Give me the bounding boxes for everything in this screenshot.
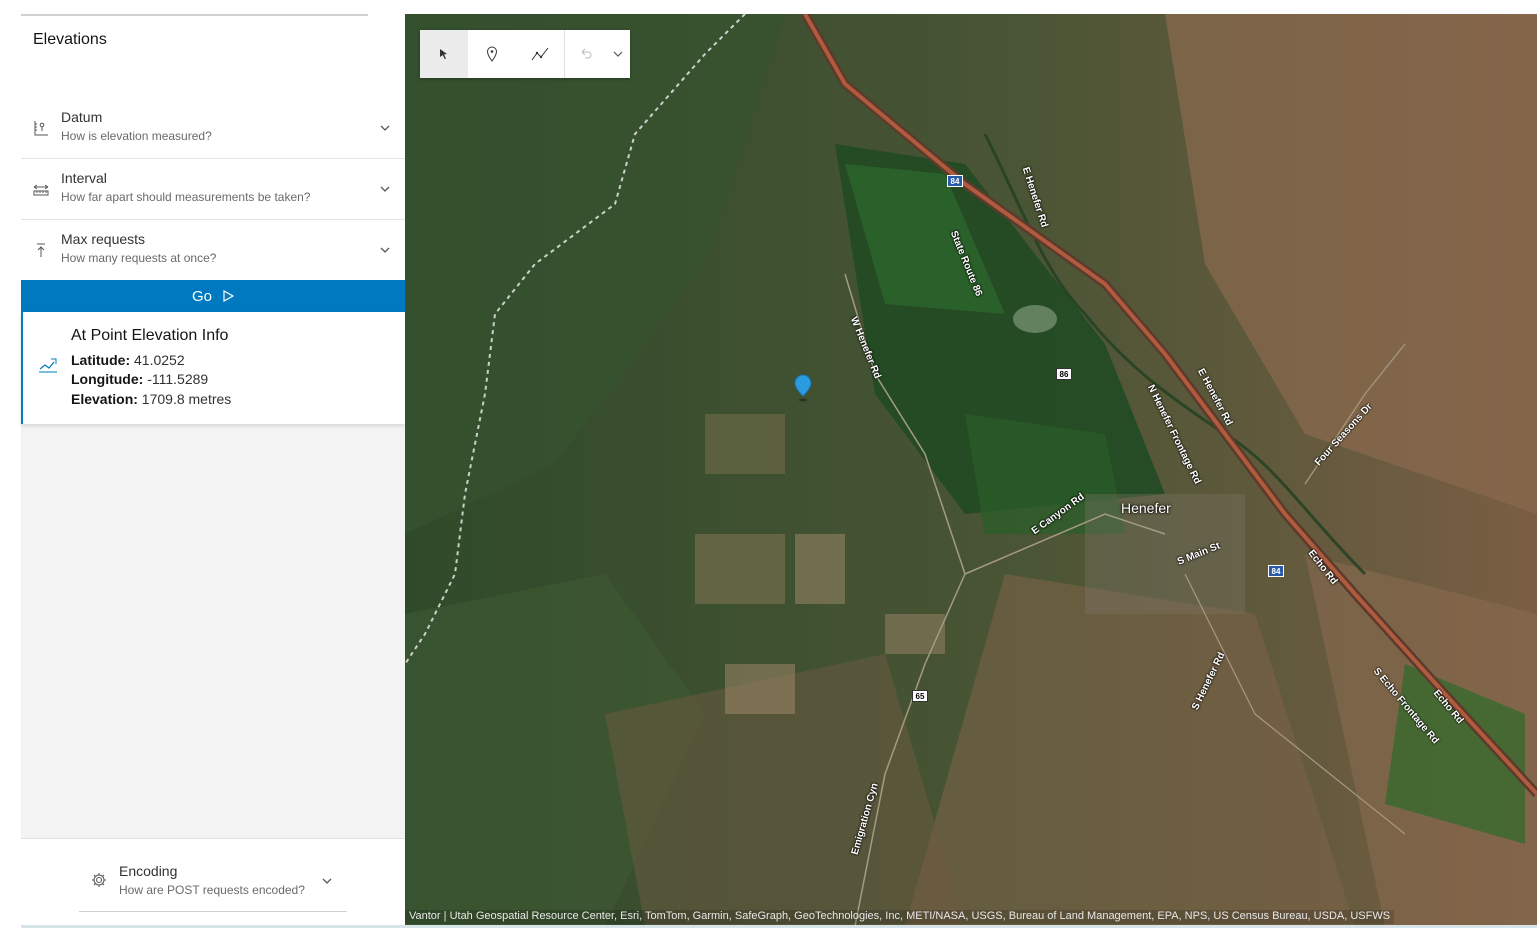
chevron-down-icon: [380, 247, 390, 253]
interstate-shield-84-b: 84: [1268, 565, 1284, 577]
longitude-value: -111.5289: [147, 371, 209, 387]
sidebar-footer: Encoding How are POST requests encoded?: [21, 838, 405, 926]
map-attribution: Vantor | Utah Geospatial Resource Center…: [405, 910, 1395, 924]
undo-tool[interactable]: [565, 30, 607, 78]
state-route-shield-65: 65: [912, 690, 928, 702]
go-button[interactable]: Go: [21, 280, 405, 312]
accordion-interval[interactable]: Interval How far apart should measuremen…: [21, 159, 405, 220]
datum-icon: [34, 121, 48, 136]
sketch-toolbar: [420, 30, 630, 78]
chevron-down-icon: [613, 51, 623, 57]
latitude-value: 41.0252: [134, 352, 185, 368]
max-requests-icon: [37, 243, 45, 257]
top-divider: [21, 14, 368, 16]
elevation-value: 1709.8 metres: [141, 391, 232, 407]
accordion-datum[interactable]: Datum How is elevation measured?: [21, 98, 405, 159]
sidebar-panel: Elevations Datum How is elevation measur…: [21, 14, 405, 926]
chevron-down-icon: [322, 878, 332, 884]
result-latitude: Latitude: 41.0252: [71, 352, 185, 368]
elevation-profile-icon: [39, 358, 57, 373]
accordion-interval-title: Interval: [61, 170, 107, 186]
elevation-label: Elevation:: [71, 391, 138, 407]
select-tool[interactable]: [420, 30, 468, 78]
app-title: Elevations: [33, 31, 107, 48]
gear-icon: [92, 873, 106, 887]
result-elevation: Elevation: 1709.8 metres: [71, 391, 231, 407]
interstate-shield-84: 84: [947, 175, 963, 187]
undo-icon: [581, 48, 592, 59]
satellite-imagery: [405, 14, 1537, 926]
state-route-shield-86: 86: [1056, 368, 1072, 380]
location-pin-icon[interactable]: [793, 374, 813, 402]
chevron-down-icon: [380, 186, 390, 192]
polyline-icon: [531, 47, 549, 61]
accordion-datum-subtitle: How is elevation measured?: [61, 129, 212, 143]
accordion-max-requests-subtitle: How many requests at once?: [61, 251, 217, 265]
cursor-icon: [440, 49, 447, 60]
chevron-down-icon: [380, 125, 390, 131]
app-root: Elevations Datum How is elevation measur…: [0, 0, 1537, 928]
accordion-encoding-title: Encoding: [119, 863, 178, 879]
play-icon: [223, 290, 234, 302]
more-tools-dropdown[interactable]: [607, 30, 629, 78]
polyline-tool[interactable]: [516, 30, 564, 78]
accordion-interval-subtitle: How far apart should measurements be tak…: [61, 190, 311, 204]
accordion-datum-title: Datum: [61, 109, 103, 125]
town-label-henefer: Henefer: [1121, 500, 1171, 516]
elevation-result-card: At Point Elevation Info Latitude: 41.025…: [21, 312, 405, 424]
accordion-max-requests-title: Max requests: [61, 231, 146, 247]
map-view[interactable]: E Henefer Rd State Route 86 W Henefer Rd…: [405, 14, 1537, 926]
point-tool[interactable]: [468, 30, 516, 78]
latitude-label: Latitude:: [71, 352, 131, 368]
accordion-encoding[interactable]: Encoding How are POST requests encoded?: [79, 847, 347, 912]
result-longitude: Longitude: -111.5289: [71, 371, 208, 387]
go-button-label: Go: [191, 287, 212, 305]
point-icon: [486, 46, 498, 62]
accordion-max-requests[interactable]: Max requests How many requests at once?: [21, 220, 405, 281]
interval-icon: [33, 184, 49, 196]
longitude-label: Longitude:: [71, 371, 144, 387]
accordion-encoding-subtitle: How are POST requests encoded?: [119, 883, 305, 897]
result-title: At Point Elevation Info: [71, 327, 229, 344]
